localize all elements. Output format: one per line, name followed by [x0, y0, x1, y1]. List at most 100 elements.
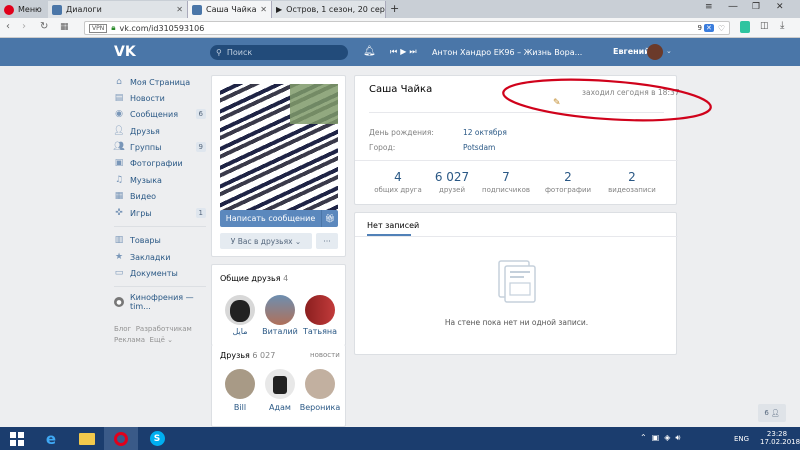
- browser-tab-bar: Меню Диалоги ✕ Саша Чайка ✕ ▶ Остров, 1 …: [0, 0, 800, 18]
- extension-icon[interactable]: ✕: [703, 24, 714, 32]
- sidebar-item-my-page[interactable]: ⌂ Моя Страница: [114, 75, 206, 89]
- bookmark-icon: ★: [114, 252, 124, 262]
- friend-avatar[interactable]: [265, 369, 295, 399]
- internet-explorer-button[interactable]: e: [34, 427, 68, 450]
- sidebar-item-music[interactable]: ♫ Музыка: [114, 173, 206, 187]
- stat-common-friends[interactable]: 4 общих друга: [368, 170, 428, 194]
- user-name[interactable]: Евгений: [613, 47, 650, 56]
- player-track-title[interactable]: Антон Хандро ЕК96 – Жизнь Вора...: [432, 48, 582, 57]
- vk-logo[interactable]: VK: [114, 44, 136, 60]
- opera-menu-button[interactable]: Меню: [0, 1, 48, 18]
- friend-status-button[interactable]: У Вас в друзьях ⌄: [220, 233, 312, 249]
- document-icon: ▭: [114, 268, 124, 278]
- friend-avatar[interactable]: [225, 295, 255, 325]
- more-actions-button[interactable]: ···: [316, 233, 338, 249]
- vk-header: VK ⚲ Поиск 🔔︎ ⏮▶⏭ Антон Хандро ЕК96 – Жи…: [0, 38, 800, 66]
- url-text: vk.com/id310593106: [119, 23, 205, 33]
- city-value[interactable]: Potsdam: [463, 143, 495, 152]
- pencil-icon: ✎: [553, 98, 561, 108]
- player-controls[interactable]: ⏮▶⏭: [390, 47, 420, 57]
- stat-friends[interactable]: 6 027 друзей: [422, 170, 482, 194]
- user-avatar[interactable]: [647, 44, 663, 60]
- chevron-down-icon[interactable]: ⌄: [666, 47, 672, 55]
- tab-dialogs[interactable]: Диалоги ✕: [48, 1, 188, 18]
- windows-logo-icon: [10, 431, 24, 446]
- common-friends-header[interactable]: Общие друзья 4: [220, 274, 288, 283]
- tab-menu-icon[interactable]: ≡: [705, 2, 713, 12]
- groups-count-badge: 9: [195, 142, 206, 152]
- footer-link-ads[interactable]: Реклама: [114, 336, 145, 344]
- speed-dial-icon[interactable]: ▦: [60, 22, 69, 32]
- skype-button[interactable]: S: [140, 427, 174, 450]
- extension-badge: 9: [697, 24, 702, 32]
- friend-name[interactable]: Татьяна: [295, 327, 345, 336]
- profile-name: Саша Чайка: [369, 84, 433, 95]
- footer-link-developers[interactable]: Разработчикам: [136, 325, 192, 333]
- extensions-icon[interactable]: ◫: [760, 21, 769, 31]
- extension-app-icon[interactable]: [740, 21, 750, 33]
- sidebar-item-news[interactable]: ▤ Новости: [114, 91, 206, 105]
- sidebar-item-bookmarks[interactable]: ★ Закладки: [114, 250, 206, 264]
- friend-avatar[interactable]: [265, 295, 295, 325]
- friend-avatar[interactable]: [305, 369, 335, 399]
- footer-link-more[interactable]: Ещё ⌄: [150, 336, 173, 344]
- search-input[interactable]: ⚲ Поиск: [210, 45, 348, 60]
- birthday-value[interactable]: 12 октября: [463, 128, 507, 137]
- wall-tab-no-posts[interactable]: Нет записей: [367, 221, 419, 230]
- games-icon: ✜: [115, 208, 123, 218]
- friend-avatar[interactable]: [225, 369, 255, 399]
- start-button[interactable]: [0, 427, 34, 450]
- stat-followers[interactable]: 7 подписчиков: [476, 170, 536, 194]
- sidebar-item-groups[interactable]: 👥︎ Группы 9: [113, 140, 206, 154]
- home-icon: ⌂: [116, 77, 122, 87]
- city-label: Город:: [369, 143, 396, 152]
- chat-counter[interactable]: 6 👤︎: [758, 404, 786, 422]
- back-icon[interactable]: ‹: [6, 21, 10, 32]
- download-icon[interactable]: ⤓: [780, 20, 784, 31]
- close-icon[interactable]: ✕: [176, 5, 183, 14]
- windows-taskbar: e S ⌃▣◈🔊︎ ENG 23:28 17.02.2018: [0, 427, 800, 450]
- gift-icon[interactable]: 🎁︎: [321, 210, 338, 227]
- footer-link-blog[interactable]: Блог: [114, 325, 131, 333]
- write-message-button[interactable]: Написать сообщение 🎁︎: [220, 210, 338, 227]
- forward-icon[interactable]: ›: [22, 21, 26, 32]
- sidebar-item-messages[interactable]: ◉ Сообщения 6: [114, 107, 206, 121]
- language-indicator[interactable]: ENG: [734, 435, 749, 443]
- close-window-button[interactable]: ✕: [776, 2, 784, 12]
- friends-icon: 👤︎: [113, 126, 125, 136]
- friend-avatar[interactable]: [305, 295, 335, 325]
- skype-icon: S: [149, 431, 165, 446]
- friends-news-link[interactable]: новости: [310, 351, 340, 359]
- sidebar-item-friends[interactable]: 👤︎ Друзья: [113, 124, 206, 138]
- common-friends-card: Общие друзья 4 مایل Виталий Татьяна: [211, 264, 346, 346]
- friend-name[interactable]: Вероника: [295, 403, 345, 412]
- close-icon[interactable]: ✕: [260, 5, 267, 14]
- reload-icon[interactable]: ↻: [40, 21, 48, 32]
- tab-sasha-chaika[interactable]: Саша Чайка ✕: [188, 1, 272, 18]
- new-tab-button[interactable]: +: [390, 2, 399, 15]
- heart-icon[interactable]: ♡: [718, 24, 725, 33]
- sidebar-item-documents[interactable]: ▭ Документы: [114, 266, 206, 280]
- sidebar-item-photos[interactable]: ▣ Фотографии: [114, 156, 206, 170]
- sidebar-item-goods[interactable]: ▥ Товары: [114, 233, 206, 247]
- friends-header[interactable]: Друзья 6 027: [220, 351, 275, 360]
- clock[interactable]: 23:28 17.02.2018: [760, 430, 800, 446]
- file-explorer-button[interactable]: [70, 427, 104, 450]
- red-annotation-ellipse: [502, 78, 712, 122]
- opera-taskbar-button[interactable]: [104, 427, 138, 450]
- stat-photos[interactable]: 2 фотографии: [538, 170, 598, 194]
- vpn-badge[interactable]: VPN: [89, 23, 108, 33]
- notifications-bell-icon[interactable]: 🔔︎: [363, 46, 376, 57]
- profile-photo[interactable]: [220, 84, 338, 210]
- maximize-button[interactable]: ❐: [752, 2, 760, 12]
- minimize-button[interactable]: —: [728, 1, 738, 12]
- tab-ostrov[interactable]: ▶ Остров, 1 сезон, 20 серия ✕: [272, 1, 386, 18]
- url-field[interactable]: VPN 🔒︎ vk.com/id310593106 9 ✕ ♡: [84, 21, 730, 35]
- system-tray-icons[interactable]: ⌃▣◈🔊︎: [640, 433, 685, 443]
- sidebar-item-video[interactable]: ▦ Видео: [114, 189, 206, 203]
- sidebar-item-kinofrenia[interactable]: ● Кинофрения — tim...: [114, 293, 206, 311]
- stat-videos[interactable]: 2 видеозаписи: [602, 170, 662, 194]
- opera-logo-icon: [4, 4, 14, 15]
- sidebar-item-games[interactable]: ✜ Игры 1: [114, 206, 206, 220]
- news-icon: ▤: [114, 93, 124, 103]
